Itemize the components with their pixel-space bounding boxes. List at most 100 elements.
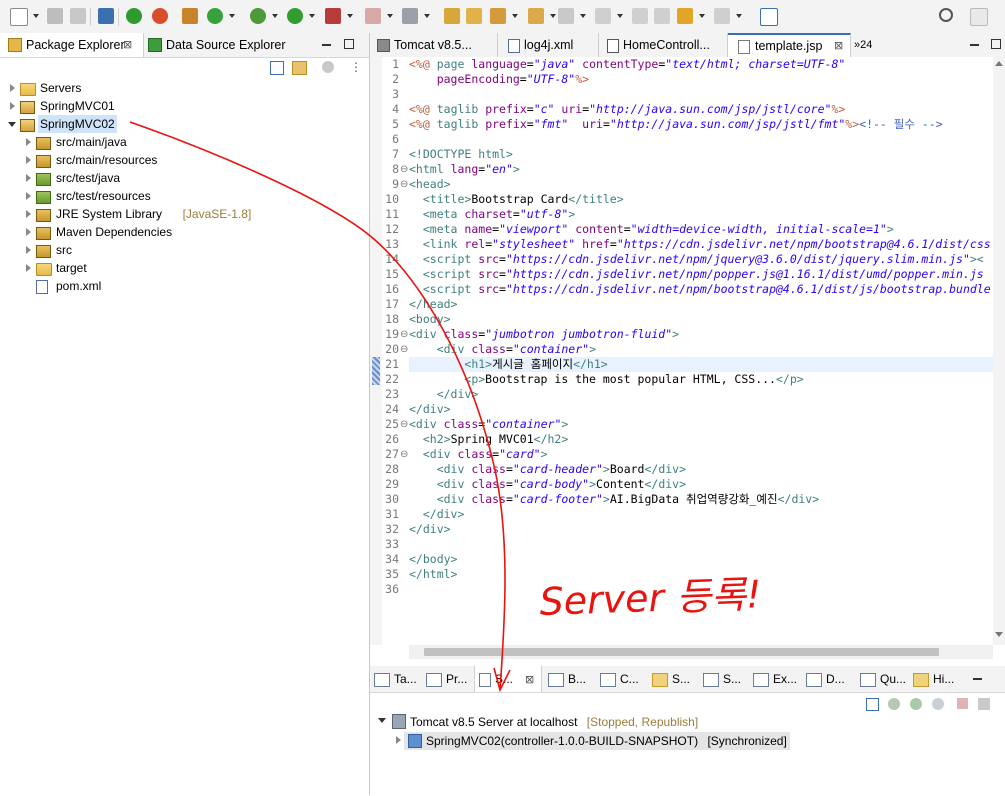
- fold-icon[interactable]: ⊖: [400, 164, 408, 175]
- close-icon[interactable]: ⊠: [525, 674, 534, 686]
- open-icon[interactable]: [466, 8, 482, 24]
- search-icon[interactable]: [939, 8, 953, 22]
- chevron-down-icon[interactable]: [33, 14, 39, 18]
- tab-tasks[interactable]: Ta...: [374, 666, 417, 692]
- tree-item[interactable]: SpringMVC02: [0, 115, 368, 133]
- save-all-icon[interactable]: [70, 8, 86, 24]
- tree-item[interactable]: Maven Dependencies: [0, 223, 368, 241]
- run-icon[interactable]: [287, 8, 303, 24]
- collapse-icon[interactable]: [26, 246, 31, 254]
- save-icon[interactable]: [47, 8, 63, 24]
- scroll-down-icon[interactable]: [995, 632, 1003, 637]
- tab-log4j[interactable]: log4j.xml: [498, 33, 599, 57]
- tree-item[interactable]: JRE System Library [JavaSE-1.8]: [0, 205, 368, 223]
- external-tools-icon[interactable]: [325, 8, 341, 24]
- collapse-icon[interactable]: [396, 736, 401, 744]
- tree-item[interactable]: SpringMVC01: [0, 97, 368, 115]
- tab-overflow[interactable]: »24: [854, 33, 876, 57]
- perspective-icon[interactable]: [970, 8, 988, 26]
- tab-console[interactable]: C...: [600, 666, 639, 692]
- horizontal-scrollbar[interactable]: [409, 645, 993, 659]
- scroll-thumb[interactable]: [424, 648, 939, 656]
- tree-item[interactable]: target: [0, 259, 368, 277]
- minimize-icon[interactable]: [973, 678, 982, 680]
- new-window-icon[interactable]: [760, 8, 778, 26]
- tab-explorer[interactable]: Ex...: [753, 666, 797, 692]
- tab-template-jsp[interactable]: template.jsp ⊠: [728, 33, 851, 57]
- tab-data-source-explorer[interactable]: Data Source Explorer: [144, 33, 294, 57]
- power-icon[interactable]: [126, 8, 142, 24]
- refresh-icon[interactable]: [152, 8, 168, 24]
- chevron-down-icon[interactable]: [229, 14, 235, 18]
- module-row[interactable]: SpringMVC02(controller-1.0.0-BUILD-SNAPS…: [426, 732, 787, 750]
- chevron-down-icon[interactable]: [550, 14, 556, 18]
- tree-item[interactable]: src/test/java: [0, 169, 368, 187]
- filter-icon[interactable]: [322, 61, 334, 73]
- open-folder-icon[interactable]: [444, 8, 460, 24]
- chevron-down-icon[interactable]: [309, 14, 315, 18]
- chevron-down-icon[interactable]: [512, 14, 518, 18]
- chevron-down-icon[interactable]: [424, 14, 430, 18]
- collapse-icon[interactable]: [26, 228, 31, 236]
- close-icon[interactable]: ⊠: [834, 34, 843, 58]
- tab-snippets[interactable]: S...: [652, 666, 690, 692]
- fold-icon[interactable]: ⊖: [400, 329, 408, 340]
- start-server-icon[interactable]: [910, 698, 922, 710]
- chevron-down-icon[interactable]: [580, 14, 586, 18]
- collapse-icon[interactable]: [26, 264, 31, 272]
- collapse-all-icon[interactable]: [866, 698, 879, 711]
- expand-icon[interactable]: [8, 122, 16, 127]
- stop-icon[interactable]: [365, 8, 381, 24]
- tree-item[interactable]: src: [0, 241, 368, 259]
- collapse-icon[interactable]: [10, 84, 15, 92]
- forward-icon[interactable]: [654, 8, 670, 24]
- stop-server-icon[interactable]: [957, 698, 968, 709]
- settings-icon[interactable]: [207, 8, 223, 24]
- tree-item[interactable]: src/main/java: [0, 133, 368, 151]
- tab-debug[interactable]: D...: [806, 666, 845, 692]
- minimize-icon[interactable]: [970, 44, 979, 46]
- minimize-icon[interactable]: [322, 44, 331, 46]
- back-history-icon[interactable]: [677, 8, 693, 24]
- terminal-icon[interactable]: [98, 8, 114, 24]
- collapse-icon[interactable]: [26, 174, 31, 182]
- collapse-icon[interactable]: [26, 192, 31, 200]
- debug-server-icon[interactable]: [888, 698, 900, 710]
- fold-icon[interactable]: ⊖: [400, 449, 408, 460]
- tree-item[interactable]: pom.xml: [0, 277, 368, 295]
- chevron-down-icon[interactable]: [617, 14, 623, 18]
- next-annotation-icon[interactable]: [558, 8, 574, 24]
- tab-tomcat[interactable]: Tomcat v8.5...: [370, 33, 498, 57]
- collapse-icon[interactable]: [26, 210, 31, 218]
- collapse-all-icon[interactable]: [270, 61, 284, 75]
- view-menu-icon[interactable]: ⋮: [350, 60, 362, 74]
- chevron-down-icon[interactable]: [699, 14, 705, 18]
- scroll-up-icon[interactable]: [995, 61, 1003, 66]
- chevron-down-icon[interactable]: [387, 14, 393, 18]
- chevron-down-icon[interactable]: [272, 14, 278, 18]
- back-icon[interactable]: [632, 8, 648, 24]
- open-type-icon[interactable]: [528, 8, 544, 24]
- new-icon[interactable]: [10, 8, 28, 26]
- tab-search[interactable]: S...: [703, 666, 741, 692]
- fold-icon[interactable]: ⊖: [400, 344, 408, 355]
- profile-server-icon[interactable]: [932, 698, 944, 710]
- collapse-icon[interactable]: [26, 156, 31, 164]
- fold-icon[interactable]: ⊖: [400, 179, 408, 190]
- tab-history[interactable]: Hi...: [913, 666, 954, 692]
- tab-problems[interactable]: Pr...: [426, 666, 467, 692]
- close-icon[interactable]: ⊠: [123, 33, 132, 57]
- vertical-scrollbar[interactable]: [993, 57, 1005, 645]
- tab-bookmarks[interactable]: B...: [548, 666, 586, 692]
- maximize-icon[interactable]: [991, 39, 1001, 49]
- forward-history-icon[interactable]: [714, 8, 730, 24]
- chevron-down-icon[interactable]: [736, 14, 742, 18]
- tab-package-explorer[interactable]: Package Explorer ⊠: [0, 33, 144, 57]
- collapse-icon[interactable]: [26, 138, 31, 146]
- tree-item[interactable]: src/main/resources: [0, 151, 368, 169]
- tab-homecontroller[interactable]: HomeControll...: [599, 33, 728, 57]
- publish-icon[interactable]: [978, 698, 990, 710]
- collapse-icon[interactable]: [10, 102, 15, 110]
- expand-icon[interactable]: [378, 718, 386, 723]
- deploy-icon[interactable]: [402, 8, 418, 24]
